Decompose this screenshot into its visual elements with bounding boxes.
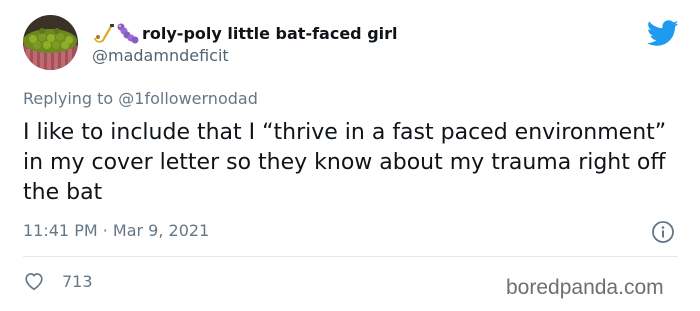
author-name-row: roly-poly little bat-faced girl: [92, 22, 398, 44]
timestamp[interactable]: 11:41 PM · Mar 9, 2021: [23, 221, 209, 240]
like-button[interactable]: 713: [23, 270, 93, 292]
display-name[interactable]: roly-poly little bat-faced girl: [142, 24, 398, 43]
user-handle[interactable]: @madamndeficit: [92, 46, 229, 65]
caterpillar-emoji-icon: [116, 22, 140, 44]
like-count: 713: [62, 271, 93, 291]
tweet-text: I like to include that I “thrive in a fa…: [23, 120, 667, 205]
replying-to[interactable]: Replying to @1followernodad: [23, 89, 258, 108]
saxophone-emoji-icon: [92, 22, 116, 44]
info-icon[interactable]: [651, 220, 675, 244]
twitter-bird-icon[interactable]: [647, 20, 679, 47]
avatar[interactable]: [23, 15, 78, 70]
divider: [23, 256, 678, 257]
heart-icon[interactable]: [23, 270, 45, 292]
watermark: boredpanda.com: [506, 276, 664, 299]
